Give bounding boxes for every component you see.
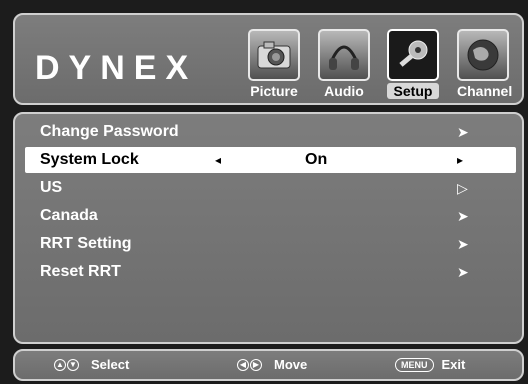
right-arrow-icon: ➤	[457, 124, 469, 140]
tab-picture[interactable]: Picture	[248, 29, 300, 99]
menu-item-label: US	[40, 179, 63, 196]
menu-key-icon: MENU	[395, 357, 434, 372]
menu-item-label: System Lock	[40, 151, 139, 168]
menu-item-us[interactable]: US ▷	[25, 175, 516, 201]
up-arrow-icon: ▲	[54, 358, 66, 371]
system-lock-value: On	[305, 151, 328, 168]
tools-icon	[387, 29, 439, 81]
footer-select: ▲ ▼ Select	[54, 357, 129, 372]
tab-channel[interactable]: Channel	[457, 29, 513, 99]
right-arrow-icon[interactable]: ▸	[457, 147, 463, 173]
right-arrow-icon: ➤	[457, 208, 469, 224]
footer-panel: ▲ ▼ Select ◀ ▶ Move MENU Exit	[13, 349, 524, 381]
tab-audio[interactable]: Audio	[318, 29, 370, 99]
right-arrow-icon: ▶	[250, 358, 262, 371]
tab-setup[interactable]: Setup	[387, 29, 439, 99]
right-arrow-icon: ▷	[457, 180, 468, 196]
right-arrow-icon: ➤	[457, 236, 469, 252]
footer-move: ◀ ▶ Move	[237, 357, 307, 372]
tab-channel-label: Channel	[457, 83, 513, 99]
menu-item-label: Change Password	[40, 123, 179, 140]
globe-icon	[457, 29, 509, 81]
camera-icon	[248, 29, 300, 81]
menu-item-label: Canada	[40, 207, 98, 224]
footer-select-label: Select	[91, 357, 130, 372]
menu-item-canada[interactable]: Canada ➤	[25, 203, 516, 229]
right-arrow-icon: ➤	[457, 264, 469, 280]
headphones-icon	[318, 29, 370, 81]
left-arrow-icon[interactable]: ◂	[215, 147, 221, 173]
menu-item-rrt-setting[interactable]: RRT Setting ➤	[25, 231, 516, 257]
tab-picture-label: Picture	[250, 83, 298, 99]
footer-move-label: Move	[274, 357, 308, 372]
menu-item-change-password[interactable]: Change Password ➤	[25, 119, 516, 145]
dynex-logo: DYNEX	[35, 49, 198, 87]
left-arrow-icon: ◀	[237, 358, 249, 371]
menu-item-reset-rrt[interactable]: Reset RRT ➤	[25, 259, 516, 285]
tab-audio-label: Audio	[324, 83, 364, 99]
footer-exit: MENU Exit	[395, 357, 465, 372]
menu-panel: Change Password ➤ System Lock ◂ On ▸ US …	[13, 112, 524, 344]
tab-setup-label: Setup	[387, 83, 439, 99]
header-panel: DYNEX Picture Audio Setup Channel	[13, 13, 524, 105]
down-arrow-icon: ▼	[67, 358, 79, 371]
menu-item-label: Reset RRT	[40, 263, 121, 280]
menu-item-system-lock[interactable]: System Lock ◂ On ▸	[25, 147, 516, 173]
menu-item-label: RRT Setting	[40, 235, 132, 252]
footer-exit-label: Exit	[441, 357, 466, 372]
